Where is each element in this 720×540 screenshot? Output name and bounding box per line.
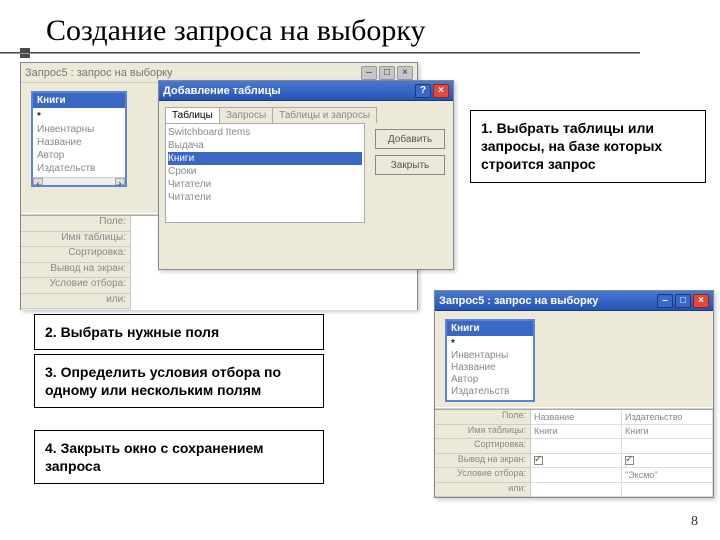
cell-field[interactable]: Издательство — [622, 410, 712, 425]
table-box-title: Книги — [447, 321, 533, 336]
window-title: Запрос5 : запрос на выборку — [25, 67, 173, 79]
cell-or[interactable] — [622, 483, 712, 498]
grid-row-label: Поле: — [435, 410, 530, 425]
field-item[interactable]: * — [37, 110, 121, 123]
field-item[interactable]: Автор — [451, 374, 529, 386]
field-item[interactable]: Название — [451, 362, 529, 374]
callout-step-3: 3. Определить условия отбора по одному и… — [34, 354, 324, 408]
callout-step-1: 1. Выбрать таблицы или запросы, на базе … — [470, 110, 706, 183]
grid-row-label: или: — [435, 483, 530, 498]
field-item[interactable]: Издательств — [451, 386, 529, 398]
grid-column-1[interactable]: Название Книги — [531, 410, 622, 497]
checkbox-icon[interactable] — [534, 456, 543, 465]
grid-row-labels: Поле: Имя таблицы: Сортировка: Вывод на … — [21, 216, 131, 310]
checkbox-icon[interactable] — [625, 456, 634, 465]
grid-data-columns: Название Книги Издательство Книги "Эксмо… — [531, 410, 713, 497]
field-item[interactable]: Издательств — [37, 162, 121, 175]
grid-row-labels: Поле: Имя таблицы: Сортировка: Вывод на … — [435, 410, 531, 497]
list-item[interactable]: Сроки — [168, 165, 362, 178]
grid-row-label: Имя таблицы: — [435, 425, 530, 440]
title-underline-2 — [0, 53, 640, 54]
grid-row-label: Сортировка: — [435, 439, 530, 454]
scrollbar[interactable] — [43, 178, 115, 185]
grid-row-label: Вывод на экран: — [435, 454, 530, 469]
list-item[interactable]: Выдача — [168, 139, 362, 152]
dialog-tabs: Таблицы Запросы Таблицы и запросы — [165, 107, 447, 123]
dialog-title: Добавление таблицы — [163, 85, 281, 97]
window-title: Запрос5 : запрос на выборку — [439, 295, 598, 307]
callout-step-4: 4. Закрыть окно с сохранением запроса — [34, 430, 324, 484]
dialog-titlebar[interactable]: Добавление таблицы ? × — [159, 81, 453, 101]
window-titlebar[interactable]: Запрос5 : запрос на выборку – □ × — [435, 291, 713, 311]
grid-row-label: Сортировка: — [21, 247, 130, 263]
table-box-books[interactable]: Книги * Инвентарны Название Автор Издате… — [445, 319, 535, 402]
cell-cond[interactable]: "Эксмо" — [622, 468, 712, 483]
close-icon[interactable]: × — [397, 66, 413, 80]
cell-show[interactable] — [622, 454, 712, 469]
grid-row-label: Поле: — [21, 216, 130, 232]
slide-number: 8 — [691, 514, 698, 530]
list-item[interactable]: Читатели — [168, 178, 362, 191]
minimize-icon[interactable]: – — [361, 66, 377, 80]
cell-table[interactable]: Книги — [622, 425, 712, 440]
grid-row-label: Имя таблицы: — [21, 232, 130, 248]
table-list[interactable]: Switchboard Items Выдача Книги Сроки Чит… — [165, 123, 365, 223]
minimize-icon[interactable]: – — [657, 294, 673, 308]
slide-title: Создание запроса на выборку — [0, 0, 720, 48]
list-item[interactable]: Читатели — [168, 191, 362, 204]
scroll-right-icon[interactable]: › — [115, 178, 125, 185]
maximize-icon[interactable]: □ — [379, 66, 395, 80]
table-box-books[interactable]: Книги * Инвентарны Название Автор Издате… — [31, 91, 127, 187]
list-item-selected[interactable]: Книги — [168, 152, 362, 165]
list-item[interactable]: Switchboard Items — [168, 126, 362, 139]
tab-queries[interactable]: Запросы — [219, 107, 273, 123]
close-icon[interactable]: × — [433, 84, 449, 98]
field-item[interactable]: Инвентарны — [451, 350, 529, 362]
grid-row-label: Условие отбора: — [21, 278, 130, 294]
cell-or[interactable] — [531, 483, 621, 498]
grid-row-label: Условие отбора: — [435, 468, 530, 483]
add-table-dialog: Добавление таблицы ? × Таблицы Запросы Т… — [158, 80, 454, 270]
field-item[interactable]: Инвентарны — [37, 123, 121, 136]
close-icon[interactable]: × — [693, 294, 709, 308]
tab-tables[interactable]: Таблицы — [165, 107, 220, 123]
cell-sort[interactable] — [531, 439, 621, 454]
maximize-icon[interactable]: □ — [675, 294, 691, 308]
callout-step-2: 2. Выбрать нужные поля — [34, 314, 324, 350]
table-box-title: Книги — [33, 93, 125, 108]
cell-sort[interactable] — [622, 439, 712, 454]
cell-field[interactable]: Название — [531, 410, 621, 425]
cell-table[interactable]: Книги — [531, 425, 621, 440]
help-icon[interactable]: ? — [415, 84, 431, 98]
cell-show[interactable] — [531, 454, 621, 469]
field-item[interactable]: Автор — [37, 149, 121, 162]
field-item[interactable]: * — [451, 338, 529, 350]
grid-column-2[interactable]: Издательство Книги "Эксмо" — [622, 410, 713, 497]
cell-cond[interactable] — [531, 468, 621, 483]
grid-row-label: или: — [21, 294, 130, 310]
scroll-left-icon[interactable]: ‹ — [33, 178, 43, 185]
tab-both[interactable]: Таблицы и запросы — [272, 107, 377, 123]
field-item[interactable]: Название — [37, 136, 121, 149]
add-button[interactable]: Добавить — [375, 129, 445, 149]
grid-row-label: Вывод на экран: — [21, 263, 130, 279]
close-button[interactable]: Закрыть — [375, 155, 445, 175]
query-designer-window-right: Запрос5 : запрос на выборку – □ × Книги … — [434, 290, 714, 498]
